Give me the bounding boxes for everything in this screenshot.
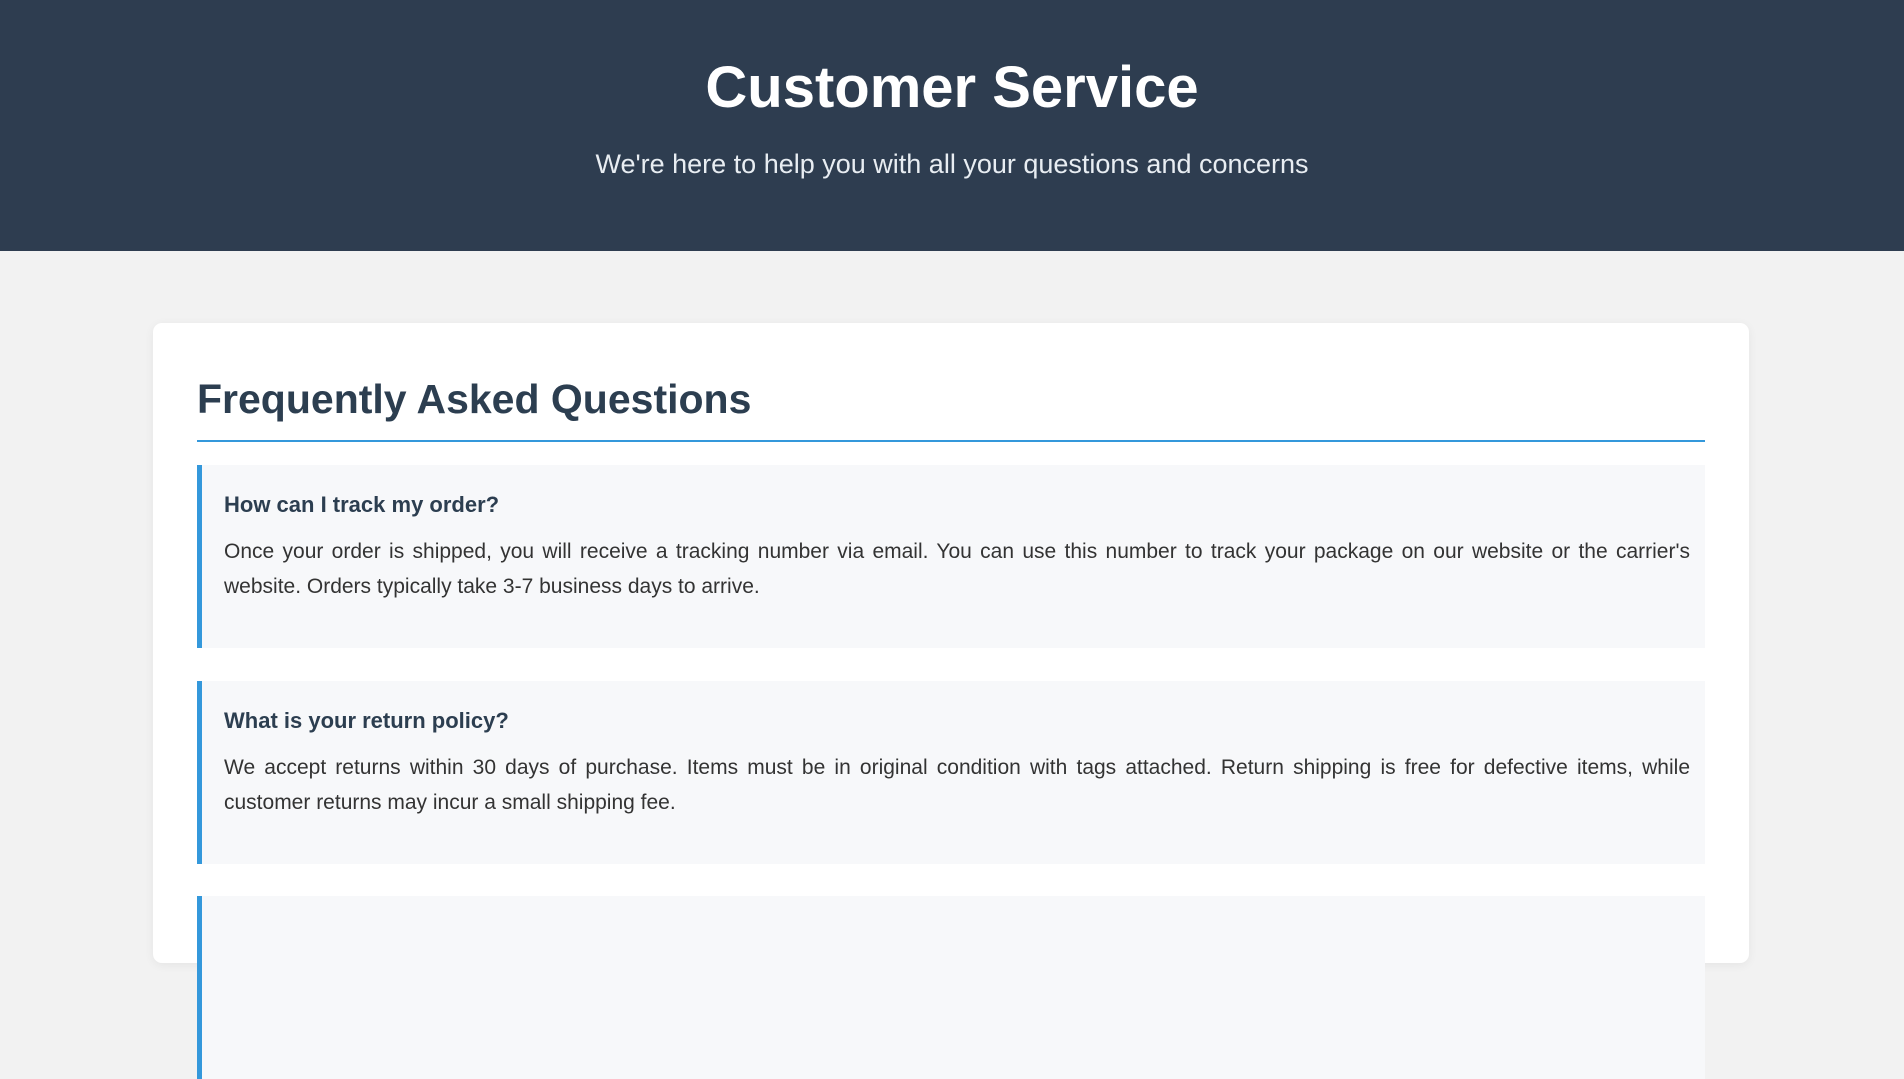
page-header: Customer Service We're here to help you … [0, 0, 1904, 251]
faq-card: Frequently Asked Questions How can I tra… [153, 323, 1749, 1079]
faq-item-track-order: How can I track my order? Once your orde… [197, 465, 1705, 648]
faq-heading: Frequently Asked Questions [197, 376, 752, 422]
faq-heading-divider [197, 440, 1705, 442]
faq-question: How can I track my order? [224, 492, 500, 517]
faq-answer: Once your order is shipped, you will rec… [224, 540, 1690, 598]
faq-answer: We accept returns within 30 days of purc… [224, 756, 1690, 814]
faq-question: What is your return policy? [224, 708, 509, 733]
faq-item-return-policy: What is your return policy? We accept re… [197, 681, 1705, 864]
faq-item-partial [197, 896, 1705, 1079]
page-subtitle: We're here to help you with all your que… [595, 149, 1309, 179]
page-title: Customer Service [705, 55, 1199, 120]
